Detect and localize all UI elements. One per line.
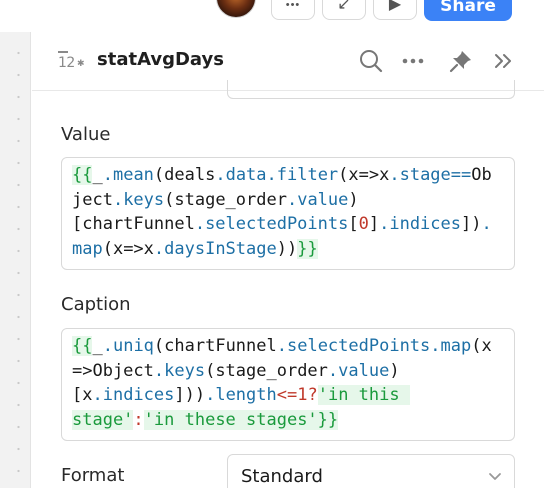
number-type-icon: 12 ✱ xyxy=(58,51,85,73)
play-icon: ▶ xyxy=(388,0,402,13)
code-line: =>Object.keys(stage_order.value) xyxy=(72,360,400,381)
collapse-button[interactable]: ↙ xyxy=(322,0,366,20)
code-line: [chartFunnel.selectedPoints[0].indices])… xyxy=(72,214,492,234)
code-line: map(x=>x.daysInStage))}} xyxy=(72,238,318,259)
value-label: Value xyxy=(61,124,111,145)
share-button[interactable]: Share xyxy=(424,0,512,21)
value-code-editor[interactable]: {{_.mean(deals.data.filter(x=>x.stage==O… xyxy=(61,157,515,270)
avatar[interactable] xyxy=(216,0,256,18)
more-button[interactable]: ••• xyxy=(271,0,315,20)
format-select[interactable]: Standard xyxy=(227,454,515,488)
code-line: stage':'in these stages'}} xyxy=(72,409,339,430)
format-select-value: Standard xyxy=(241,466,323,487)
caption-label: Caption xyxy=(61,294,131,315)
code-line: [x.indices])).length<=1?'in this xyxy=(72,385,410,405)
format-label: Format xyxy=(61,465,125,486)
more-icon: ••• xyxy=(285,0,301,11)
grid-dots xyxy=(17,42,20,482)
more-icon[interactable] xyxy=(400,48,426,74)
caption-code-editor[interactable]: {{_.uniq(chartFunnel.selectedPoints.map(… xyxy=(61,328,515,441)
canvas-gutter xyxy=(0,32,31,488)
top-toolbar: ••• ↙ ▶ Share xyxy=(0,0,544,32)
code-line: {{_.uniq(chartFunnel.selectedPoints.map(… xyxy=(72,336,492,356)
code-line: {{_.mean(deals.data.filter(x=>x.stage==O… xyxy=(72,165,492,185)
previous-field-input[interactable] xyxy=(227,80,515,99)
pin-icon[interactable] xyxy=(448,48,474,74)
code-line: ject.keys(stage_order.value) xyxy=(72,189,359,210)
chevron-down-icon xyxy=(488,469,502,488)
collapse-icon: ↙ xyxy=(337,0,351,13)
component-name[interactable]: statAvgDays xyxy=(97,49,224,70)
expand-icon[interactable] xyxy=(490,48,516,74)
search-icon[interactable] xyxy=(358,48,384,74)
run-button[interactable]: ▶ xyxy=(373,0,417,20)
